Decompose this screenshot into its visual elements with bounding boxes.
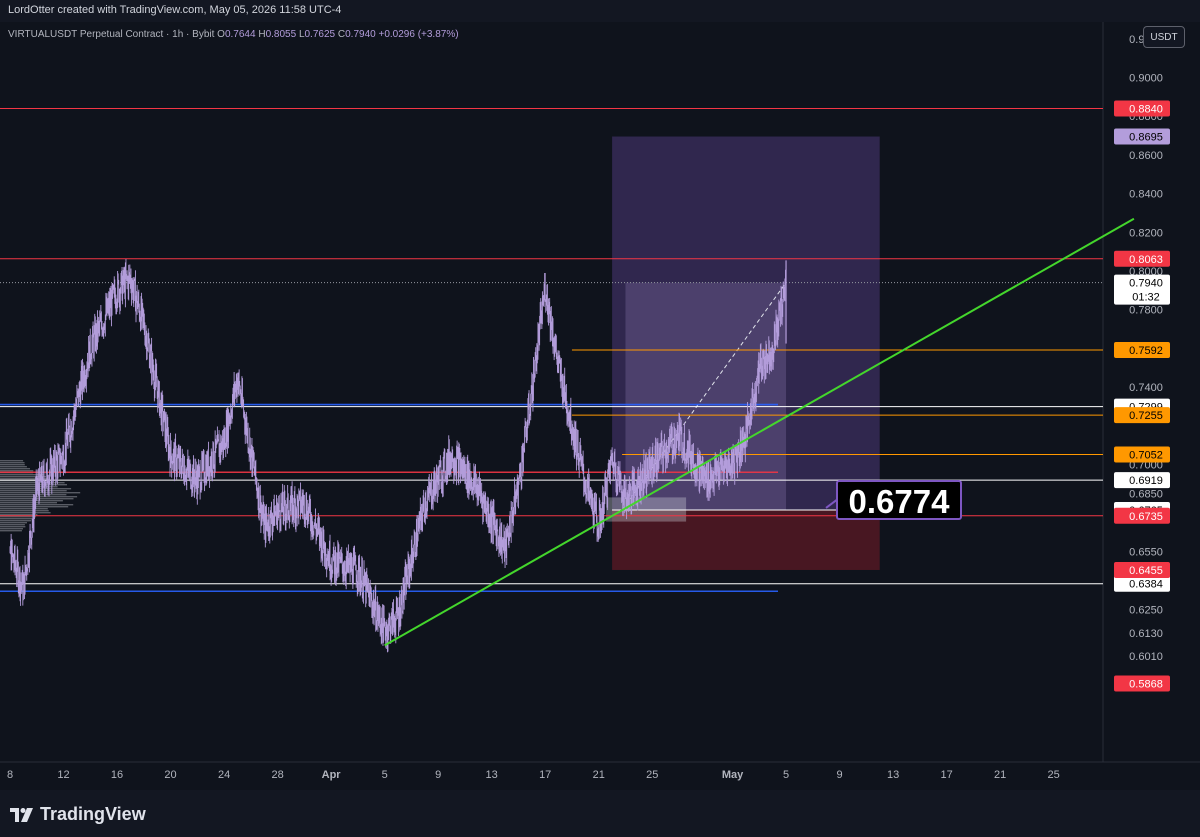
volume-profile-bar [0,530,22,532]
tradingview-logo-icon [10,807,33,822]
volume-profile-bar [0,528,23,530]
x-tick-label: 20 [164,769,176,781]
bar-countdown: 01:32 [1132,292,1160,304]
price-tag-0.8063: 0.8063 [1129,254,1163,266]
volume-profile-bar [0,510,49,512]
y-tick-label: 0.7400 [1129,382,1163,394]
x-tick-label: 24 [218,769,230,781]
footer: TradingView [0,790,1200,837]
x-tick-label: Apr [322,769,342,781]
volume-profile-bar [0,502,57,504]
volume-profile-bar [0,522,27,524]
x-tick-label: 16 [111,769,123,781]
x-tick-label: May [722,769,744,781]
y-tick-label: 0.8200 [1129,227,1163,239]
volume-profile-bar [0,466,27,468]
volume-profile-bar [0,482,65,484]
high-value: 0.8055 [265,29,297,40]
price-tag-0.6919: 0.6919 [1129,475,1163,487]
close-value: 0.7940 [345,29,376,40]
volume-profile-bar [0,462,25,464]
chart-frame[interactable]: 0.92000.90000.88000.86000.84000.82000.80… [0,22,1200,790]
change-value: +0.0296 (+3.87%) [378,29,459,40]
target-price-tag: 0.8695 [1129,132,1163,144]
x-tick-label: 13 [887,769,899,781]
y-tick-label: 0.6130 [1129,628,1163,640]
price-tag-0.6384: 0.6384 [1129,579,1163,591]
tradingview-logo-text: TradingView [40,804,146,824]
x-tick-label: 21 [593,769,605,781]
price-callout: 0.6774 [836,480,962,520]
y-tick-label: 0.6850 [1129,489,1163,501]
y-tick-label: 0.6250 [1129,605,1163,617]
price-tag-0.7052: 0.7052 [1129,449,1163,461]
open-value: 0.7644 [224,29,256,40]
y-tick-label: 0.9000 [1129,73,1163,85]
price-tag-0.5868: 0.5868 [1129,679,1163,691]
y-tick-label: 0.6550 [1129,547,1163,559]
volume-profile-bar [0,526,26,528]
y-tick-label: 0.8600 [1129,150,1163,162]
x-tick-label: 9 [435,769,441,781]
x-tick-label: 13 [486,769,498,781]
volume-profile-bar [0,460,24,462]
x-tick-label: 25 [1048,769,1060,781]
price-tag-0.7592: 0.7592 [1129,345,1163,357]
volume-profile-bar [0,524,25,526]
price-chart[interactable]: 0.92000.90000.88000.86000.84000.82000.80… [0,22,1200,790]
x-tick-label: 9 [836,769,842,781]
open-label: O [217,29,225,40]
volume-profile-bar [0,470,34,472]
volume-profile-bar [0,484,67,486]
stop-price-tag: 0.6455 [1129,565,1163,577]
price-tag-0.8840: 0.8840 [1129,103,1163,115]
volume-profile-bar [0,504,74,506]
volume-profile-bar [0,492,81,494]
x-tick-label: 8 [7,769,13,781]
low-value: 0.7625 [304,29,336,40]
volume-profile-bar [0,508,48,510]
symbol-title: VIRTUALUSDT Perpetual Contract · 1h · By… [8,29,215,40]
volume-profile-bar [0,500,63,502]
x-tick-label: 12 [57,769,69,781]
y-tick-label: 0.7800 [1129,305,1163,317]
y-tick-label: 0.8400 [1129,189,1163,201]
volume-profile-bar [0,512,51,514]
top-bar: LordOtter created with TradingView.com, … [0,0,1200,22]
price-tag-0.6735: 0.6735 [1129,511,1163,523]
tradingview-logo[interactable]: TradingView [10,804,146,825]
x-tick-label: 5 [382,769,388,781]
x-tick-label: 25 [646,769,658,781]
volume-profile-bar [0,520,32,522]
x-tick-label: 17 [940,769,952,781]
credit-text: LordOtter created with TradingView.com, … [8,4,342,16]
currency-button[interactable]: USDT [1143,26,1185,48]
last-price-tag: 0.7940 [1129,278,1163,290]
x-tick-label: 21 [994,769,1006,781]
volume-profile-bar [0,490,67,492]
volume-profile-bar [0,464,25,466]
x-tick-label: 28 [271,769,283,781]
high-label: H [258,29,266,40]
price-tag-0.7255: 0.7255 [1129,410,1163,422]
y-tick-label: 0.6010 [1129,651,1163,663]
chart-background [0,22,1200,790]
x-tick-label: 5 [783,769,789,781]
volume-profile-bar [0,514,38,516]
volume-profile-bar [0,468,30,470]
x-tick-label: 17 [539,769,551,781]
symbol-legend: VIRTUALUSDT Perpetual Contract · 1h · By… [8,29,459,40]
volume-profile-bar [0,518,34,520]
